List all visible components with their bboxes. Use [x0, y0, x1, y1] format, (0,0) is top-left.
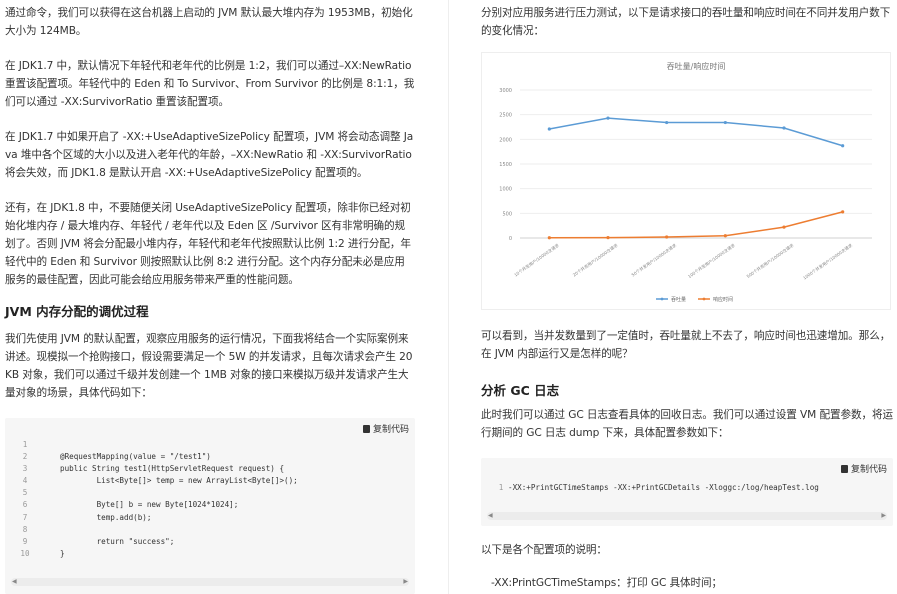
y-tick-label: 2000 — [499, 137, 512, 143]
code-horizontal-scrollbar[interactable]: ◀ ▶ — [11, 578, 409, 586]
copy-code-label: 复制代码 — [850, 465, 887, 475]
throughput-chart-svg: 吞吐量/响应时间 0 500 1000 1500 2000 2500 3000 10个并发用户/… — [499, 61, 872, 303]
line-number: 2 — [22, 452, 28, 462]
paragraph-stress-test: 分别对应用服务进行压力测试，以下是请求接口的吞吐量和响应时间在不同并发用户数下的… — [481, 7, 891, 37]
throughput-chart: 吞吐量/响应时间 0 500 1000 1500 2000 2500 3000 10个并发用户/… — [481, 52, 891, 310]
line-number: 1 — [22, 440, 28, 449]
code-line: 4 List<Byte[]> temp = new ArrayList<Byte… — [5, 475, 415, 487]
code-text: Byte[] b = new Byte[1024*1024]; — [60, 500, 239, 510]
data-point — [841, 210, 845, 214]
scroll-left-arrow-icon[interactable]: ◀ — [488, 513, 493, 519]
legend-label: 吞吐量 — [671, 296, 686, 303]
copy-code-button[interactable]: 复制代码 — [362, 422, 409, 435]
series-line — [549, 117, 843, 147]
code-text: @RequestMapping(value = "/test1") — [60, 452, 211, 462]
line-number: 4 — [22, 476, 28, 486]
data-point — [723, 120, 727, 125]
code-lines: 1 -XX:+PrintGCTimeStamps -XX:+PrintGCDeta… — [481, 482, 893, 494]
legend-marker — [660, 297, 664, 301]
data-point — [841, 144, 845, 148]
paragraph-adaptive-size: 在 JDK1.7 中如果开启了 -XX:+UseAdaptiveSizePoli… — [5, 131, 414, 179]
data-point — [606, 116, 610, 120]
series-line — [549, 211, 843, 239]
x-tick-label: 20个并发用户/10000次请求 — [571, 241, 620, 278]
y-tick-label: 2500 — [499, 113, 512, 119]
paragraph-test-scenario: 我们先使用 JVM 的默认配置，观察应用服务的运行情况，下面我将结合一个实际案例… — [5, 333, 413, 399]
y-tick-label: 3000 — [499, 88, 512, 94]
column-divider — [448, 0, 449, 594]
copy-code-button[interactable]: 复制代码 — [840, 462, 887, 475]
data-point — [782, 126, 786, 130]
code-horizontal-scrollbar[interactable]: ◀ ▶ — [487, 512, 887, 520]
section-heading-tuning: JVM 内存分配的调优过程 — [5, 304, 149, 319]
code-line: 9 return "success"; — [5, 536, 415, 548]
paragraph-printgctimestamps: -XX:PrintGCTimeStamps：打印 GC 具体时间； — [491, 577, 723, 589]
code-text: } — [60, 548, 65, 558]
paragraph-newratio: 在 JDK1.7 中，默认情况下年轻代和老年代的比例是 1:2，我们可以通过–X… — [5, 60, 415, 108]
copy-icon — [362, 424, 370, 433]
code-text: -XX:+PrintGCTimeStamps -XX:+PrintGCDetai… — [508, 483, 819, 492]
paragraph-heap-defaults: 通过命令，我们可以获得在这台机器上启动的 JVM 默认最大堆内存为 1953MB… — [5, 7, 413, 37]
line-number: 1 — [498, 483, 504, 492]
code-text: return "success"; — [60, 536, 175, 546]
line-number: 7 — [22, 512, 28, 522]
code-line: 1 -XX:+PrintGCTimeStamps -XX:+PrintGCDeta… — [481, 482, 893, 494]
paragraph-observation: 可以看到，当并发数量到了一定值时，吞吐量就上不去了，响应时间也迅速增加。那么，在… — [481, 330, 891, 360]
chart-title: 吞吐量/响应时间 — [667, 61, 726, 71]
data-point — [665, 235, 669, 239]
line-number: 5 — [22, 488, 28, 498]
code-block-test1: 复制代码 1 2 @RequestMapping(value = "/test1")… — [5, 418, 415, 594]
scroll-right-arrow-icon[interactable]: ▶ — [881, 513, 886, 519]
code-text: public String test1(HttpServletRequest r… — [60, 464, 285, 474]
x-tick-label: 100个并发用户/10000次请求 — [686, 241, 737, 279]
legend-marker — [702, 297, 706, 301]
code-line: 1 — [5, 439, 415, 451]
scroll-left-arrow-icon[interactable]: ◀ — [12, 579, 17, 585]
y-tick-label: 1000 — [499, 187, 512, 193]
data-point — [547, 127, 551, 131]
code-text: temp.add(b); — [60, 512, 152, 522]
copy-icon — [840, 464, 848, 473]
x-tick-label: 500个并发用户/10000次请求 — [745, 241, 796, 279]
code-lines: 1 2 @RequestMapping(value = "/test1") 3 publ… — [5, 439, 415, 560]
line-number: 6 — [22, 500, 28, 510]
line-number: 9 — [22, 536, 28, 546]
article-page: 通过命令，我们可以获得在这台机器上启动的 JVM 默认最大堆内存为 1953MB… — [0, 0, 897, 594]
code-text: List<Byte[]> temp = new ArrayList<Byte[]… — [60, 476, 298, 486]
paragraph-config-intro: 以下是各个配置项的说明： — [481, 544, 607, 556]
code-line: 10} — [5, 548, 415, 560]
code-block-gc-params: 复制代码 1 -XX:+PrintGCTimeStamps -XX:+PrintG… — [481, 458, 893, 526]
data-point — [665, 120, 669, 125]
line-number: 8 — [22, 524, 28, 534]
code-line: 7 temp.add(b); — [5, 512, 415, 524]
y-tick-label: 500 — [502, 211, 512, 217]
y-tick-label: 1500 — [499, 162, 512, 168]
scroll-right-arrow-icon[interactable]: ▶ — [403, 579, 408, 585]
data-point — [782, 225, 786, 229]
paragraph-gc-log: 此时我们可以通过 GC 日志查看具体的回收日志。我们可以通过设置 VM 配置参数… — [481, 409, 893, 439]
line-number: 10 — [20, 548, 30, 558]
y-tick-label: 0 — [509, 236, 512, 242]
x-tick-label: 10个并发用户/10000次请求 — [513, 241, 562, 278]
data-point — [547, 236, 551, 240]
code-line: 8 — [5, 524, 415, 536]
code-line: 3 public String test1(HttpServletRequest … — [5, 463, 415, 475]
data-point — [606, 236, 610, 240]
copy-code-label: 复制代码 — [372, 425, 409, 435]
code-line: 5 — [5, 487, 415, 499]
line-number: 3 — [22, 464, 28, 474]
section-heading-gc-log: 分析 GC 日志 — [481, 383, 560, 398]
code-line: 2 @RequestMapping(value = "/test1") — [5, 451, 415, 463]
legend-label: 响应时间 — [713, 296, 733, 303]
data-point — [723, 234, 727, 238]
x-tick-label: 50个并发用户/10000次请求 — [630, 241, 679, 278]
x-tick-label: 1000个并发用户/10000次请求 — [802, 241, 855, 281]
paragraph-jdk18-warning: 还有，在 JDK1.8 中，不要随便关闭 UseAdaptiveSizePoli… — [5, 202, 411, 286]
code-line: 6 Byte[] b = new Byte[1024*1024]; — [5, 499, 415, 511]
